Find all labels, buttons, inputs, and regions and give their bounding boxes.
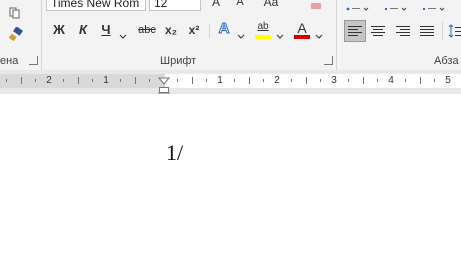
ruler-number: 4	[388, 75, 394, 86]
bold-button[interactable]: Ж	[51, 21, 67, 39]
italic-button[interactable]: К	[75, 21, 91, 39]
font-group-label: Шрифт	[160, 55, 197, 67]
justify-icon	[420, 26, 434, 36]
align-left-icon	[348, 26, 362, 36]
ruler-tick	[63, 79, 64, 82]
ruler-tick	[348, 79, 349, 82]
font-size-combo[interactable]: 12	[149, 0, 201, 11]
ruler-tick	[306, 77, 307, 84]
document-text[interactable]: 1/	[166, 141, 183, 165]
change-case-button[interactable]: Aa	[258, 0, 284, 11]
ruler-tick	[206, 79, 207, 82]
horizontal-ruler[interactable]: 2 1 1 2 3 4 5	[0, 74, 461, 88]
numbering-icon[interactable]	[384, 0, 408, 11]
clear-formatting-icon[interactable]	[310, 0, 322, 9]
ruler-tick	[263, 79, 264, 82]
ruler-number: 2	[274, 75, 280, 86]
ruler-number: 1	[103, 75, 109, 86]
ruler-left-margin	[0, 74, 165, 88]
ruler-number: 2	[46, 75, 52, 86]
text-effects-button[interactable]: A	[216, 20, 232, 38]
ruler-tick	[320, 79, 321, 82]
underline-button[interactable]: Ч	[98, 21, 114, 39]
ruler-tick	[363, 77, 364, 84]
highlight-chevron-icon[interactable]	[276, 27, 284, 39]
align-right-icon	[396, 26, 410, 36]
highlight-color-button[interactable]: ab	[254, 18, 272, 36]
ruler-tick	[377, 79, 378, 82]
font-name-combo[interactable]: Times New Rom	[46, 0, 146, 11]
ruler-tick	[291, 79, 292, 82]
superscript-button[interactable]: x²	[185, 21, 203, 39]
bullets-icon[interactable]	[346, 0, 370, 11]
ruler-tick	[149, 79, 150, 82]
group-separator	[41, 0, 42, 70]
ruler-tick	[434, 79, 435, 82]
group-separator-2	[336, 0, 337, 70]
line-spacing-icon[interactable]	[448, 21, 461, 41]
first-line-indent-marker[interactable]	[157, 72, 171, 85]
font-color-chevron-icon[interactable]	[315, 27, 323, 39]
ruler-tick	[120, 79, 121, 82]
left-indent-marker[interactable]	[159, 87, 169, 93]
ruler-tick	[21, 77, 22, 84]
ruler-tick	[405, 79, 406, 82]
ruler-tick	[78, 77, 79, 84]
align-center-icon	[371, 26, 385, 36]
text-effects-chevron-icon[interactable]	[237, 27, 245, 39]
ribbon: ена Times New Rom 12 A A Aa Ж К Ч abc x₂…	[0, 0, 461, 71]
ruler-number: 3	[331, 75, 337, 86]
paragraph-group-label: Абза	[434, 55, 459, 67]
ruler-tick	[192, 77, 193, 84]
shrink-font-button[interactable]: A	[232, 0, 248, 11]
clipboard-dialog-launcher-icon[interactable]	[29, 56, 38, 65]
ruler-tick	[135, 77, 136, 84]
ruler-tick	[249, 77, 250, 84]
clipboard-group-label: ена	[0, 55, 19, 67]
highlight-color-swatch	[255, 35, 271, 39]
font-dialog-launcher-icon[interactable]	[324, 56, 333, 65]
ruler-tick	[177, 79, 178, 82]
subscript-button[interactable]: x₂	[162, 21, 180, 39]
format-painter-icon[interactable]	[8, 26, 24, 43]
ruler-tick	[6, 79, 7, 82]
align-left-button[interactable]	[344, 20, 366, 42]
justify-button[interactable]	[417, 21, 437, 41]
underline-dropdown-chevron-icon[interactable]	[119, 27, 127, 39]
grow-font-button[interactable]: A	[208, 0, 224, 11]
align-center-button[interactable]	[368, 21, 388, 41]
align-right-button[interactable]	[393, 21, 413, 41]
multilevel-list-icon[interactable]	[422, 0, 446, 11]
copy-icon[interactable]	[9, 6, 21, 19]
font-color-swatch	[294, 35, 310, 39]
ruler-tick	[92, 79, 93, 82]
ruler-number: 5	[445, 75, 451, 86]
ruler-tick	[35, 79, 36, 82]
font-inner-separator	[209, 24, 210, 38]
ruler-tick	[234, 79, 235, 82]
paragraph-inner-separator	[442, 22, 443, 40]
ruler-number: 1	[217, 75, 223, 86]
ruler-tick	[420, 77, 421, 84]
strikethrough-button[interactable]: abc	[135, 21, 159, 39]
